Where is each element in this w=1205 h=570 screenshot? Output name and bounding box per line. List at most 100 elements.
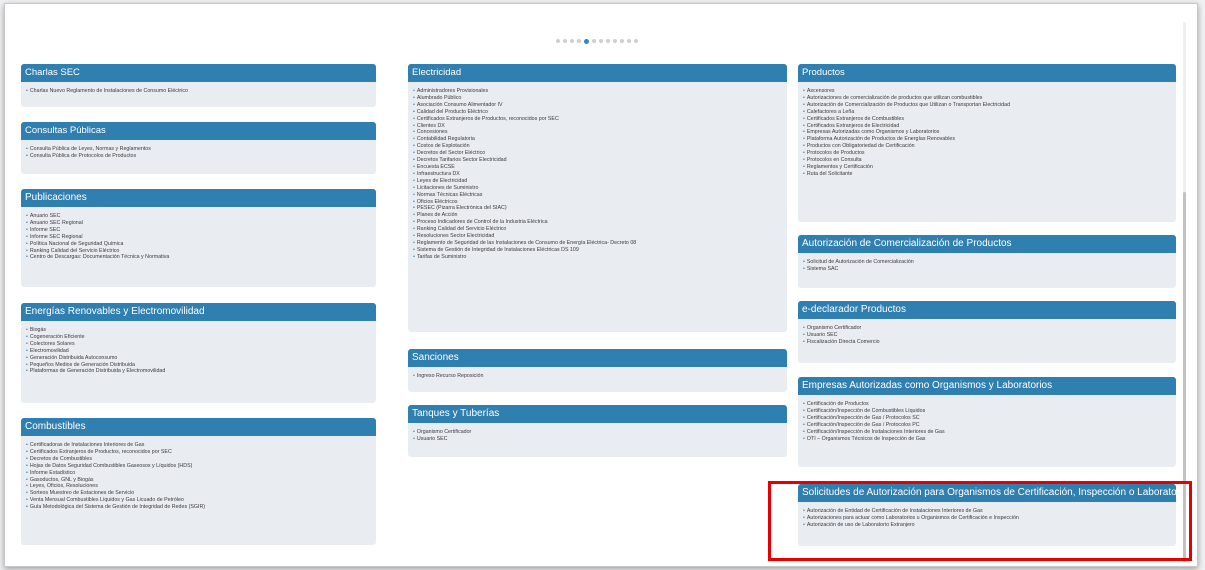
link-item[interactable]: Guía Metodológica del Sistema de Gestión… xyxy=(26,504,376,511)
carousel-dot[interactable] xyxy=(599,39,603,43)
carousel-dot[interactable] xyxy=(606,39,610,43)
carousel-dots[interactable] xyxy=(556,37,638,45)
carousel-dot[interactable] xyxy=(592,39,596,43)
link-item[interactable]: Fiscalización Directa Comercio xyxy=(803,339,1176,346)
link-item[interactable]: Oficios Eléctricos xyxy=(413,199,787,206)
card-title[interactable]: Tanques y Tuberías xyxy=(408,405,787,423)
link-item[interactable]: Centro de Descargas: Documentación Técni… xyxy=(26,254,376,261)
link-item[interactable]: Concesiones xyxy=(413,129,787,136)
link-item[interactable]: Colectores Solares xyxy=(26,341,376,348)
link-item[interactable]: Ingreso Recurso Reposición xyxy=(413,373,787,380)
link-item[interactable]: Pequeños Medios de Generación Distribuid… xyxy=(26,362,376,369)
link-item[interactable]: Usuario SEC xyxy=(413,436,787,443)
card-title[interactable]: Publicaciones xyxy=(21,189,376,207)
link-item[interactable]: Certificación/Inspección de Gas / Protoc… xyxy=(803,415,1176,422)
link-item[interactable]: Planes de Acción xyxy=(413,212,787,219)
link-item[interactable]: Generación Distribuida Autoconsumo xyxy=(26,355,376,362)
link-item[interactable]: Proceso Indicadores de Control de la Ind… xyxy=(413,219,787,226)
link-item[interactable]: Informe Estadístico xyxy=(26,470,376,477)
link-item[interactable]: Anuario SEC xyxy=(26,213,376,220)
link-item[interactable]: Ranking Calidad del Servicio Eléctrico xyxy=(26,248,376,255)
link-item[interactable]: Usuario SEC xyxy=(803,332,1176,339)
link-item[interactable]: Venta Mensual Combustibles Líquidos y Ga… xyxy=(26,497,376,504)
link-item[interactable]: Asociación Consumo Alimentador IV xyxy=(413,102,787,109)
link-item[interactable]: Protocolos de Productos xyxy=(803,150,1176,157)
link-item[interactable]: Certificación/Inspección de Combustibles… xyxy=(803,408,1176,415)
card-title[interactable]: Energías Renovables y Electromovilidad xyxy=(21,303,376,321)
carousel-dot[interactable] xyxy=(563,39,567,43)
link-item[interactable]: Reglamentos y Certificación xyxy=(803,164,1176,171)
link-item[interactable]: Administradores Provisionales xyxy=(413,88,787,95)
link-item[interactable]: Organismo Certificador xyxy=(413,429,787,436)
link-item[interactable]: Charlas Nuevo Reglamento de Instalacione… xyxy=(26,88,376,95)
link-item[interactable]: Plataforma Autorización de Productos de … xyxy=(803,136,1176,143)
link-item[interactable]: Decretos Tarifarios Sector Electricidad xyxy=(413,157,787,164)
link-item[interactable]: Empresas Autorizadas como Organismos y L… xyxy=(803,129,1176,136)
card-title[interactable]: Sanciones xyxy=(408,349,787,367)
link-item[interactable]: Encuesta ECSE xyxy=(413,164,787,171)
carousel-dot[interactable] xyxy=(570,39,574,43)
link-item[interactable]: Sorteos Muestreo de Estaciones de Servic… xyxy=(26,490,376,497)
link-item[interactable]: Tarifas de Suministro xyxy=(413,254,787,261)
card-title[interactable]: Autorización de Comercialización de Prod… xyxy=(798,235,1176,253)
link-item[interactable]: OTI – Organismos Técnicos de Inspección … xyxy=(803,436,1176,443)
link-item[interactable]: Consulta Pública de Leyes, Normas y Regl… xyxy=(26,146,376,153)
carousel-dot[interactable] xyxy=(627,39,631,43)
vertical-scrollbar[interactable] xyxy=(1183,22,1186,562)
link-item[interactable]: Informe SEC xyxy=(26,227,376,234)
link-item[interactable]: Normas Técnicas Eléctricas xyxy=(413,192,787,199)
link-item[interactable]: Productos con Obligatoriedad de Certific… xyxy=(803,143,1176,150)
link-item[interactable]: Leyes, Oficios, Resoluciones xyxy=(26,483,376,490)
link-item[interactable]: Electromovilidad xyxy=(26,348,376,355)
link-item[interactable]: Gasoductos, GNL y Biogás xyxy=(26,477,376,484)
link-item[interactable]: Clientes DX xyxy=(413,123,787,130)
link-item[interactable]: Cogeneración Eficiente xyxy=(26,334,376,341)
carousel-dot[interactable] xyxy=(634,39,638,43)
link-item[interactable]: Certificación/Inspección de Instalacione… xyxy=(803,429,1176,436)
link-item[interactable]: Infraestructura DX xyxy=(413,171,787,178)
carousel-dot[interactable] xyxy=(613,39,617,43)
link-item[interactable]: PESEC (Pizarra Electrónica del SIAC) xyxy=(413,205,787,212)
link-item[interactable]: Calefactores a Leña xyxy=(803,109,1176,116)
card-title[interactable]: Empresas Autorizadas como Organismos y L… xyxy=(798,377,1176,395)
link-item[interactable]: Sistema de Gestión de Integridad de Inst… xyxy=(413,247,787,254)
link-item[interactable]: Certificados Extranjeros de Electricidad xyxy=(803,123,1176,130)
link-item[interactable]: Ruta del Solicitante xyxy=(803,171,1176,178)
link-item[interactable]: Leyes de Electricidad xyxy=(413,178,787,185)
link-item[interactable]: Informe SEC Regional xyxy=(26,234,376,241)
card-title[interactable]: Productos xyxy=(798,64,1176,82)
card-title[interactable]: Charlas SEC xyxy=(21,64,376,82)
link-item[interactable]: Calidad del Producto Eléctrico xyxy=(413,109,787,116)
link-item[interactable]: Certificados Extranjeros de Combustibles xyxy=(803,116,1176,123)
carousel-dot[interactable] xyxy=(577,39,581,43)
link-item[interactable]: Solicitud de Autorización de Comercializ… xyxy=(803,259,1176,266)
link-item[interactable]: Consulta Pública de Protocolos de Produc… xyxy=(26,153,376,160)
link-item[interactable]: Hojas de Datos Seguridad Combustibles Ga… xyxy=(26,463,376,470)
link-item[interactable]: Certificadoras de Instalaciones Interior… xyxy=(26,442,376,449)
link-item[interactable]: Certificación/Inspección de Gas / Protoc… xyxy=(803,422,1176,429)
link-item[interactable]: Reglamento de Seguridad de las Instalaci… xyxy=(413,240,787,247)
link-item[interactable]: Decretos del Sector Eléctrico xyxy=(413,150,787,157)
link-item[interactable]: Alumbrado Público xyxy=(413,95,787,102)
link-item[interactable]: Organismo Certificador xyxy=(803,325,1176,332)
link-item[interactable]: Autorizaciones de comercialización de pr… xyxy=(803,95,1176,102)
card-title[interactable]: Combustibles xyxy=(21,418,376,436)
link-item[interactable]: Certificación de Productos xyxy=(803,401,1176,408)
carousel-dot[interactable] xyxy=(620,39,624,43)
link-item[interactable]: Protocolos en Consulta xyxy=(803,157,1176,164)
link-item[interactable]: Contabilidad Regulatoria xyxy=(413,136,787,143)
link-item[interactable]: Certificados Extranjeros de Productos, r… xyxy=(26,449,376,456)
link-item[interactable]: Licitaciones de Suministro xyxy=(413,185,787,192)
link-item[interactable]: Certificados Extranjeros de Productos, r… xyxy=(413,116,787,123)
carousel-dot[interactable] xyxy=(584,38,589,44)
link-item[interactable]: Sistema SAC xyxy=(803,266,1176,273)
link-item[interactable]: Política Nacional de Seguridad Química xyxy=(26,241,376,248)
link-item[interactable]: Ranking Calidad del Servicio Eléctrico xyxy=(413,226,787,233)
link-item[interactable]: Decretos de Combustibles xyxy=(26,456,376,463)
carousel-dot[interactable] xyxy=(556,39,560,43)
link-item[interactable]: Biogás xyxy=(26,327,376,334)
link-item[interactable]: Plataformas de Generación Distribuida y … xyxy=(26,368,376,375)
link-item[interactable]: Costos de Explotación xyxy=(413,143,787,150)
card-title[interactable]: Consultas Públicas xyxy=(21,122,376,140)
link-item[interactable]: Autorización de Comercialización de Prod… xyxy=(803,102,1176,109)
